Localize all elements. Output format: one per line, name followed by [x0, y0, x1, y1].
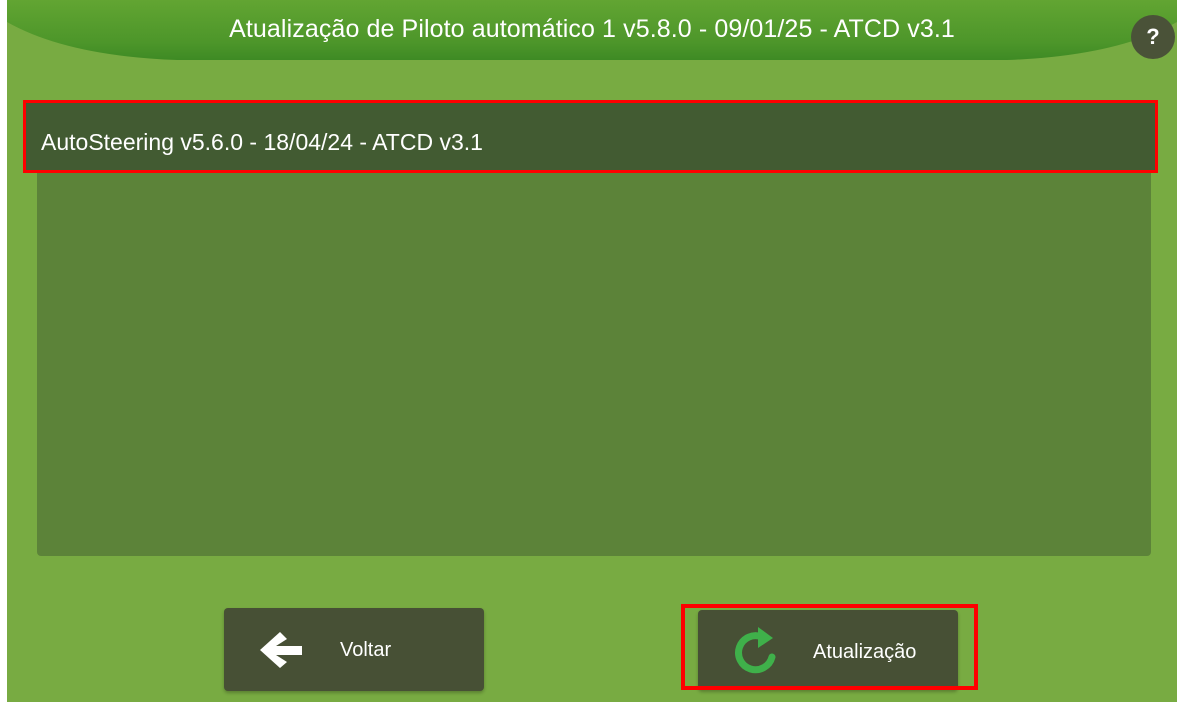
update-button-highlight	[681, 604, 978, 690]
list-item-selected[interactable]: AutoSteering v5.6.0 - 18/04/24 - ATCD v3…	[23, 100, 1158, 173]
back-button-label: Voltar	[340, 639, 392, 661]
list-item-label: AutoSteering v5.6.0 - 18/04/24 - ATCD v3…	[41, 129, 483, 155]
help-button[interactable]: ?	[1131, 15, 1175, 59]
update-screen: Atualização de Piloto automático 1 v5.8.…	[7, 0, 1177, 702]
title-bar: Atualização de Piloto automático 1 v5.8.…	[7, 0, 1177, 64]
page-title: Atualização de Piloto automático 1 v5.8.…	[229, 15, 955, 43]
arrow-left-icon	[258, 630, 304, 675]
back-button[interactable]: Voltar	[224, 608, 484, 691]
